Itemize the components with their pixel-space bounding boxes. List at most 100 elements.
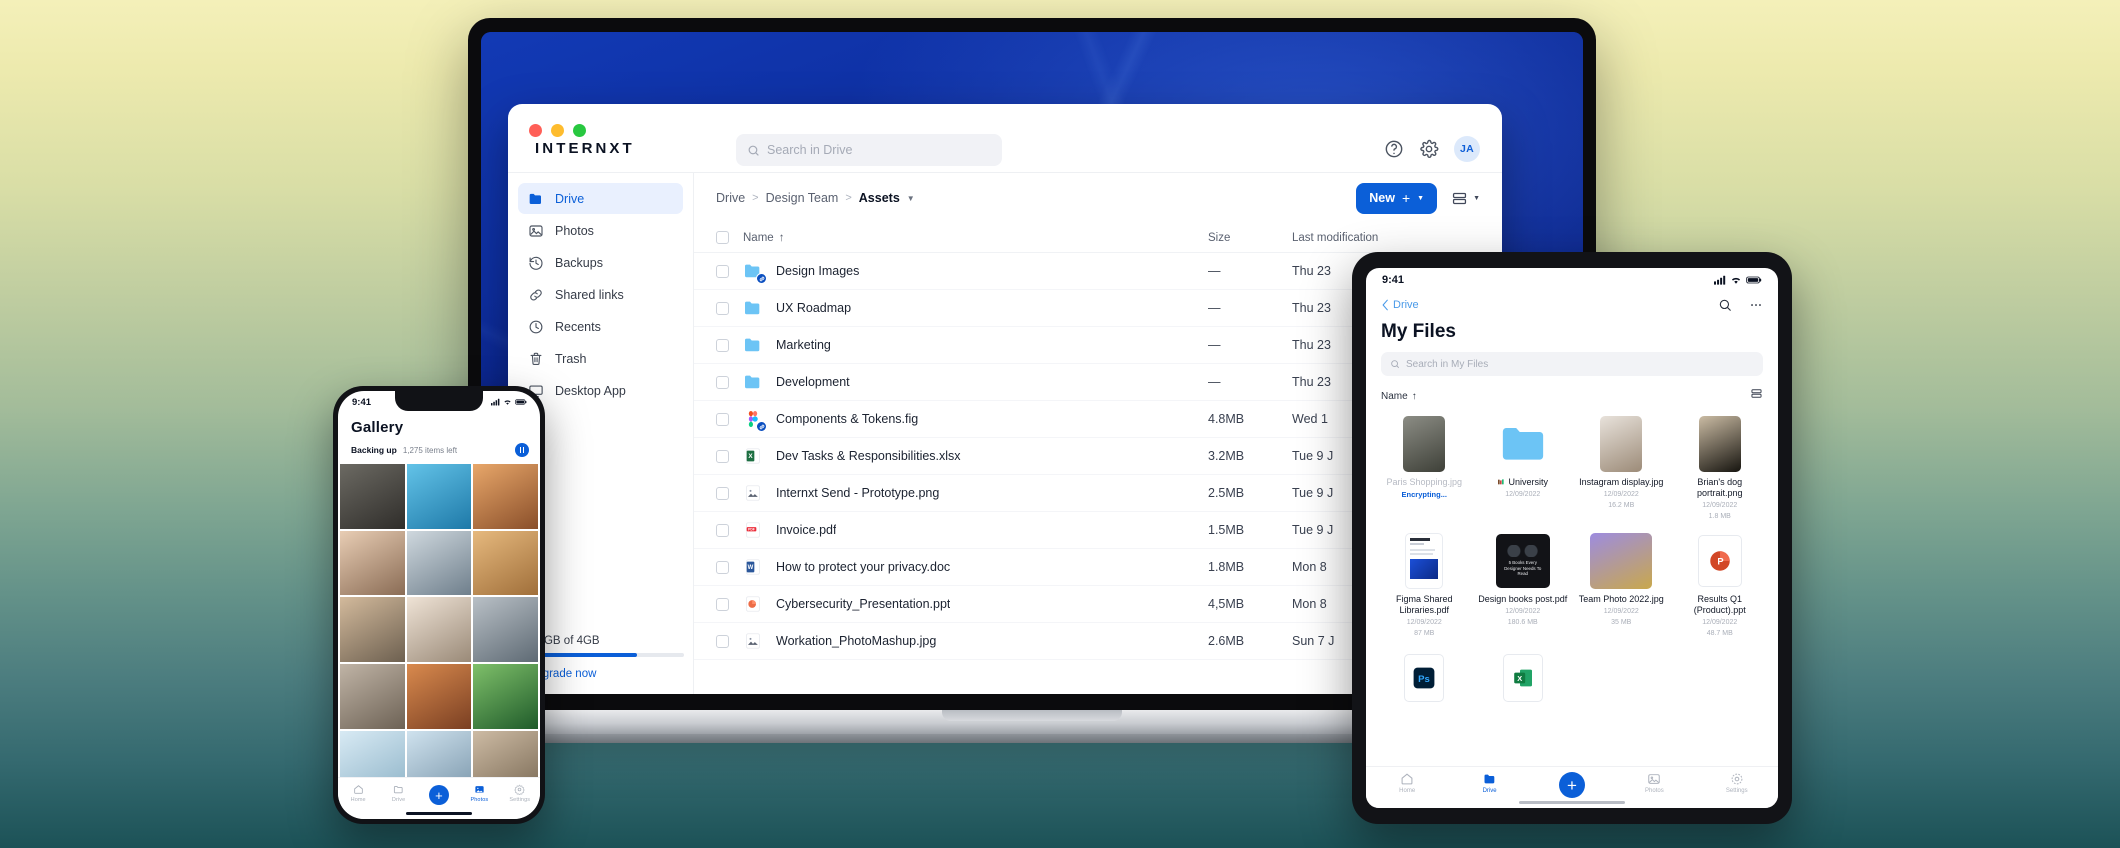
row-checkbox[interactable] [716,449,729,463]
grid-item[interactable]: Instagram display.jpg 12/09/2022 16.2 MB [1573,414,1670,527]
avatar[interactable]: JA [1454,136,1480,162]
phone-tab-settings[interactable]: Settings [502,784,538,803]
phone-tab-photos[interactable]: Photos [461,784,497,803]
photo-thumbnail[interactable] [406,597,472,663]
grid-item[interactable]: Brian's dog portrait.png 12/09/2022 1.8 … [1672,414,1769,527]
photo-thumbnail[interactable] [473,464,538,529]
row-checkbox[interactable] [716,412,729,426]
more-icon[interactable] [1749,298,1763,312]
window-traffic-lights[interactable] [529,124,586,137]
window-actions[interactable]: JA [1384,136,1480,162]
row-checkbox[interactable] [716,375,729,389]
select-all-checkbox[interactable] [716,231,729,244]
tablet-nav-actions[interactable] [1718,298,1763,312]
phone-tab-add[interactable]: + [421,784,457,805]
column-header-size[interactable]: Size [1208,232,1292,244]
pause-button[interactable] [515,443,529,457]
close-window-button[interactable] [529,124,542,137]
row-checkbox[interactable] [716,301,729,315]
row-checkbox[interactable] [716,523,729,537]
row-checkbox[interactable] [716,338,729,352]
breadcrumb-current[interactable]: Assets [859,191,900,205]
sidebar-item-backups[interactable]: Backups [518,247,683,278]
plus-fab-icon[interactable]: + [428,785,449,805]
help-icon[interactable] [1384,139,1404,159]
breadcrumb[interactable]: Drive > Design Team > Assets ▼ [716,191,915,205]
chevron-down-icon: ▼ [1473,194,1480,202]
sidebar-item-recents[interactable]: Recents [518,311,683,342]
sidebar-item-shared-links[interactable]: Shared links [518,279,683,310]
grid-item[interactable]: Figma Shared Libraries.pdf 12/09/2022 87… [1376,531,1473,644]
file-name: Workation_PhotoMashup.jpg [776,634,937,648]
search-input[interactable]: Search in Drive [736,134,1002,166]
photo-thumbnail[interactable] [406,664,472,729]
backup-status-bar: Backing up 1,275 items left [338,440,540,464]
sidebar-item-label: Drive [555,191,585,206]
grid-item[interactable]: P Results Q1 (Product).ppt 12/09/2022 48… [1672,531,1769,644]
upgrade-link[interactable]: Upgrade now [528,668,673,680]
gear-icon [1731,773,1743,785]
photo-grid[interactable] [338,464,540,796]
document-preview [1405,533,1444,590]
row-checkbox[interactable] [716,560,729,574]
new-button-label: New [1369,191,1395,205]
tablet-tab-drive[interactable]: Drive [1467,772,1513,794]
photo-thumbnail[interactable] [473,597,538,662]
new-button[interactable]: New + ▼ [1356,182,1438,214]
item-size: 87 MB [1414,630,1435,638]
photo-thumbnail[interactable] [473,530,538,596]
column-header-name[interactable]: Name ↑ [743,232,784,244]
phone-tab-home[interactable]: Home [340,784,376,803]
file-name: Development [776,375,850,389]
tablet-file-grid[interactable]: Paris Shopping.jpg Encrypting... Univers… [1366,410,1778,766]
tablet-view-toggle[interactable] [1750,387,1763,405]
grid-item[interactable]: Paris Shopping.jpg Encrypting... [1376,414,1473,527]
tablet-tab-photos[interactable]: Photos [1631,772,1677,794]
grid-item[interactable]: Ps [1376,648,1473,717]
maximize-window-button[interactable] [573,124,586,137]
grid-item[interactable]: X [1475,648,1572,717]
photo-thumbnail[interactable] [406,530,472,596]
sort-by-name-button[interactable]: Name ↑ [1381,391,1417,402]
view-toggle-button[interactable]: ▼ [1451,190,1480,207]
breadcrumb-middle[interactable]: Design Team [766,191,839,205]
sidebar-item-drive[interactable]: Drive [518,183,683,214]
minimize-window-button[interactable] [551,124,564,137]
photo-thumbnail[interactable] [406,464,472,529]
tablet-tab-add[interactable]: + [1549,772,1595,798]
row-checkbox[interactable] [716,634,729,648]
back-button[interactable]: Drive [1381,299,1419,311]
sidebar-item-trash[interactable]: Trash [518,343,683,374]
sidebar-item-label: Photos [555,223,594,238]
tablet-tab-home[interactable]: Home [1384,772,1430,794]
sidebar-item-photos[interactable]: Photos [518,215,683,246]
photo-thumbnail[interactable] [340,664,405,729]
grid-item[interactable]: 5 Books Every Designer Needs To Read Des… [1475,531,1572,644]
wifi-icon [1731,277,1741,284]
item-name: Brian's dog portrait.png [1696,477,1743,498]
grid-item[interactable]: University 12/09/2022 [1475,414,1572,527]
row-checkbox[interactable] [716,486,729,500]
file-size: 1.8MB [1208,560,1245,574]
item-date: 12/09/2022 [1603,608,1639,616]
phone-tab-drive[interactable]: Drive [381,784,417,803]
phone-page-title: Gallery [351,419,404,436]
plus-fab-icon[interactable]: + [1558,772,1585,798]
item-name: Figma Shared Libraries.pdf [1395,594,1453,616]
row-checkbox[interactable] [716,264,729,278]
chevron-down-icon[interactable]: ▼ [907,194,915,203]
grid-item[interactable]: Team Photo 2022.jpg 12/09/2022 35 MB [1573,531,1670,644]
tablet-search-input[interactable]: Search in My Files [1381,352,1763,376]
row-checkbox[interactable] [716,597,729,611]
photo-thumbnail[interactable] [340,597,405,662]
photo-thumbnail[interactable] [473,664,538,729]
item-size: 16.2 MB [1608,502,1635,510]
item-date: 12/09/2022 [1406,619,1442,627]
gear-icon[interactable] [1419,139,1439,159]
breadcrumb-root[interactable]: Drive [716,191,745,205]
photo-thumbnail[interactable] [340,530,405,596]
search-icon[interactable] [1718,298,1732,312]
photo-thumbnail[interactable] [340,464,405,529]
tablet-tab-settings[interactable]: Settings [1714,772,1760,794]
column-header-modified[interactable]: Last modification [1292,232,1480,244]
